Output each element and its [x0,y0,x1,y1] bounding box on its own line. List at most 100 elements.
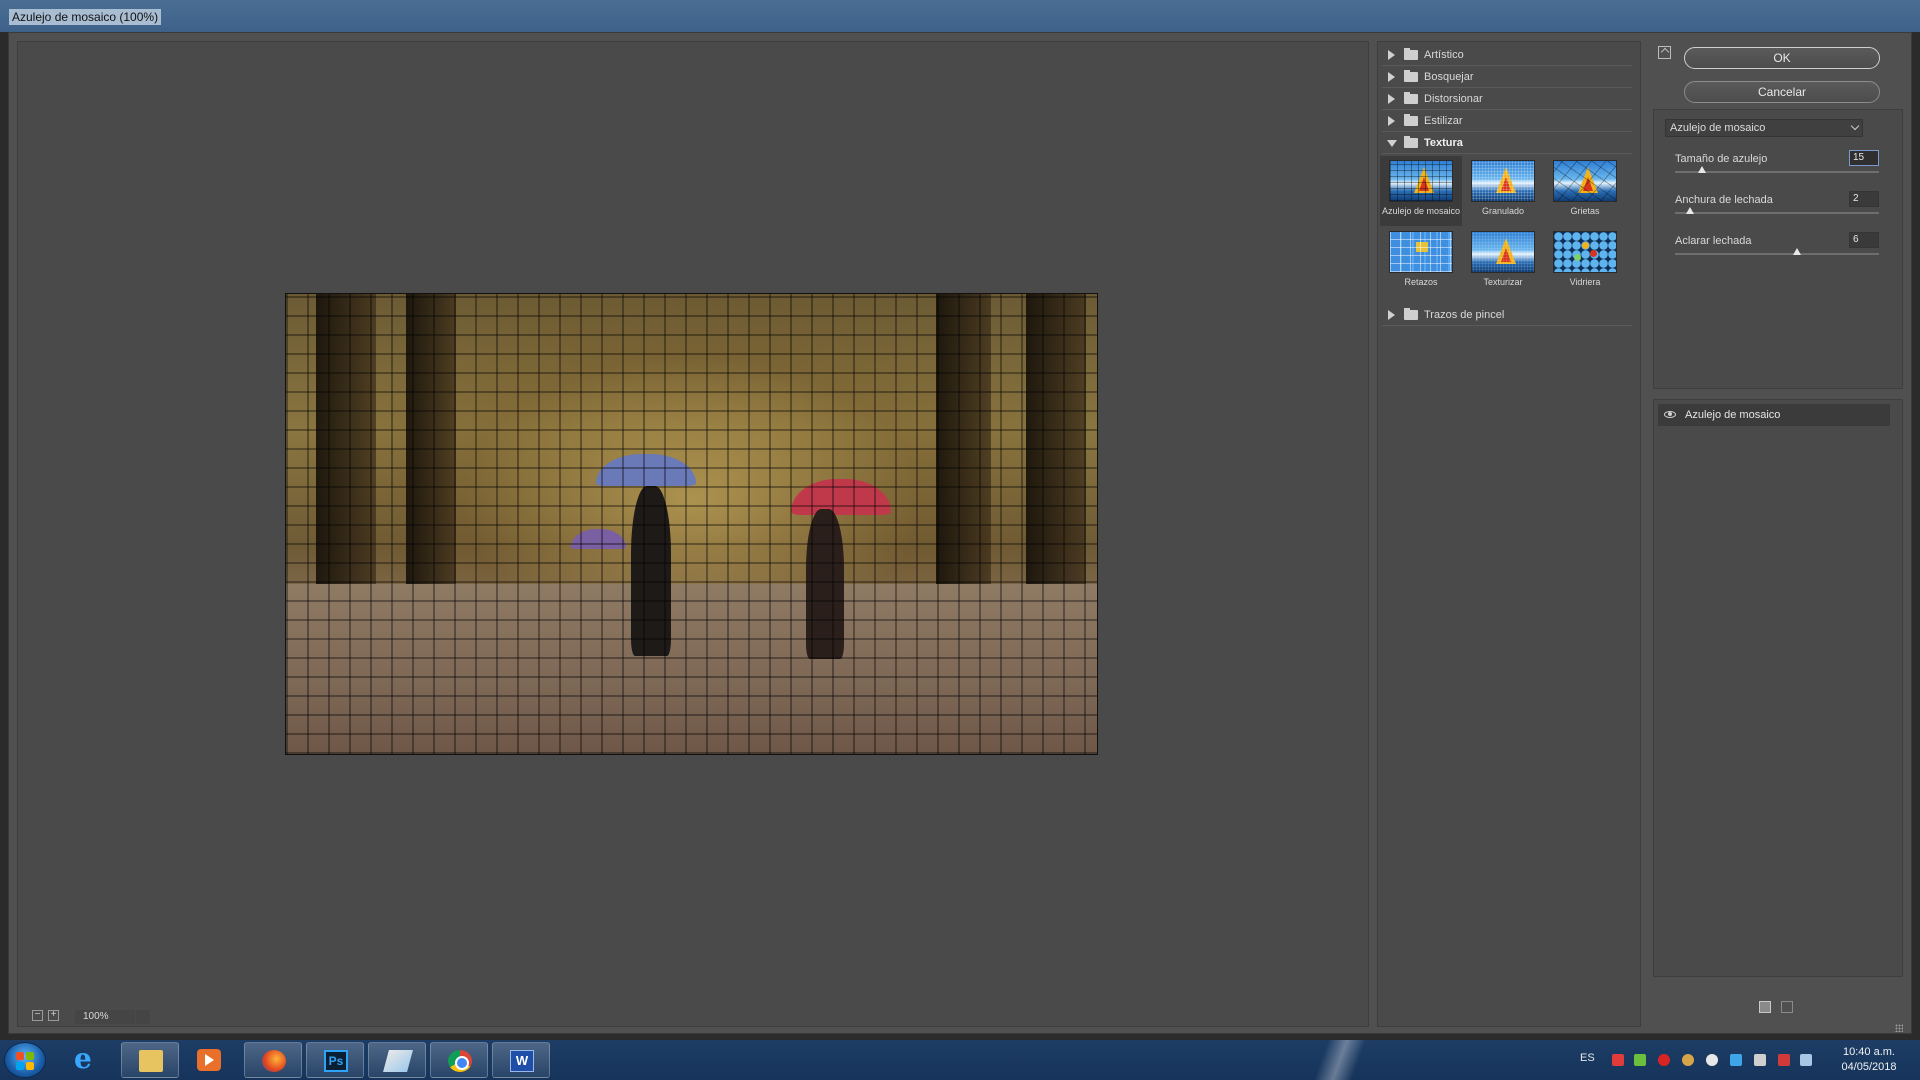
thumbnail-image [1553,160,1617,202]
zoom-dropdown-chevron-icon[interactable] [136,1010,150,1024]
tray-action-center-icon[interactable] [1800,1054,1812,1066]
tray-flag-icon[interactable] [1778,1054,1790,1066]
category-bosquejar[interactable]: Bosquejar [1382,66,1632,88]
eye-icon[interactable] [1664,411,1676,418]
clock-date: 04/05/2018 [1841,1061,1897,1073]
windows-logo-icon [16,1052,24,1060]
start-button[interactable] [4,1042,46,1078]
param-value-input[interactable]: 15 [1849,150,1879,166]
folder-icon [1404,308,1418,320]
ghost-menu-bar [180,8,414,20]
thumbnail-image [1471,231,1535,273]
slider-track[interactable] [1675,253,1879,255]
media-player-taskbar-button[interactable] [180,1042,238,1078]
windows-taskbar: e Ps W ES 10:40 a.m. 04/05/2018 [0,1040,1920,1080]
slider-track[interactable] [1675,212,1879,214]
slider-handle[interactable] [1698,166,1707,173]
thumbnail-image [1553,231,1617,273]
clock[interactable]: 10:40 a.m. 04/05/2018 [1824,1045,1914,1075]
param-anchura-de-lechada: Anchura de lechada 2 [1675,191,1889,224]
cancel-button[interactable]: Cancelar [1684,81,1880,103]
param-label: Anchura de lechada [1675,194,1773,206]
category-textura[interactable]: Textura [1382,132,1632,154]
effect-layer-row[interactable]: Azulejo de mosaico [1658,404,1890,426]
effect-layers-panel: Azulejo de mosaico [1653,399,1903,977]
minimize-icon[interactable] [1814,2,1842,20]
category-label: Distorsionar [1424,93,1483,105]
expand-triangle-icon[interactable] [1388,50,1395,60]
tray-chrome-icon[interactable] [1706,1054,1718,1066]
preview-panel[interactable]: − + 100% [17,41,1369,1027]
filter-thumb-label: Vidriera [1569,277,1601,287]
ok-button[interactable]: OK [1684,47,1880,69]
param-aclarar-lechada: Aclarar lechada 6 [1675,232,1889,265]
folder-icon [1404,114,1418,126]
collapse-triangle-icon[interactable] [1387,140,1397,147]
preview-image[interactable] [285,293,1098,755]
photoshop-filter-gallery-window: Azulejo de mosaico (100%) − + 100% Artís… [0,0,1920,1080]
filter-thumb-vidriera[interactable]: Vidriera [1544,227,1626,297]
category-label: Textura [1424,137,1463,149]
param-value-input[interactable]: 6 [1849,232,1879,248]
close-icon[interactable] [1878,2,1906,20]
photoshop-taskbar-button[interactable]: Ps [306,1042,364,1078]
resize-grip-icon[interactable] [1895,1024,1903,1032]
filter-thumb-texturizar[interactable]: Texturizar [1462,227,1544,297]
tray-network-icon[interactable] [1730,1054,1742,1066]
photoshop-icon: Ps [324,1050,348,1072]
language-indicator[interactable]: ES [1580,1052,1595,1064]
category-distorsionar[interactable]: Distorsionar [1382,88,1632,110]
tray-volume-icon[interactable] [1754,1054,1766,1066]
filter-parameters-panel: Azulejo de mosaico Tamaño de azulejo 15 … [1653,109,1903,389]
zoom-level[interactable]: 100% [75,1010,135,1024]
zoom-in-button[interactable]: + [48,1010,59,1021]
filter-thumb-azulejo-de-mosaico[interactable]: Azulejo de mosaico [1380,156,1462,226]
slider-handle[interactable] [1793,248,1802,255]
param-tamano-de-azulejo: Tamaño de azulejo 15 [1675,150,1889,183]
expand-triangle-icon[interactable] [1388,94,1395,104]
filter-gallery-dialog: − + 100% Artístico Bosquejar Distorsiona… [8,32,1912,1034]
tray-security-icon[interactable] [1634,1054,1646,1066]
tray-antivirus-icon[interactable] [1658,1054,1670,1066]
settings-panel: OK Cancelar Azulejo de mosaico Tamaño de… [1649,41,1905,1027]
filter-thumb-granulado[interactable]: Granulado [1462,156,1544,226]
expand-triangle-icon[interactable] [1388,72,1395,82]
tray-cloud-icon[interactable] [1682,1054,1694,1066]
category-label: Artístico [1424,49,1464,61]
expand-triangle-icon[interactable] [1388,310,1395,320]
word-taskbar-button[interactable]: W [492,1042,550,1078]
internet-explorer-taskbar-button[interactable]: e [58,1042,116,1078]
chevron-down-icon [1850,121,1860,131]
chrome-taskbar-button[interactable] [430,1042,488,1078]
window-title: Azulejo de mosaico (100%) [9,9,162,25]
category-artistico[interactable]: Artístico [1382,44,1632,66]
thumbnail-image [1471,160,1535,202]
folder-icon [1404,48,1418,60]
param-value-input[interactable]: 2 [1849,191,1879,207]
folder-icon [1404,92,1418,104]
category-trazos-de-pincel[interactable]: Trazos de pincel [1382,304,1632,326]
tray-mail-icon[interactable] [1612,1054,1624,1066]
windows-logo-icon [26,1052,34,1060]
file-explorer-taskbar-button[interactable] [121,1042,179,1078]
firefox-icon [262,1050,286,1072]
pen-app-taskbar-button[interactable] [368,1042,426,1078]
category-estilizar[interactable]: Estilizar [1382,110,1632,132]
filter-select[interactable]: Azulejo de mosaico [1665,119,1863,137]
expand-triangle-icon[interactable] [1388,116,1395,126]
effect-layer-label: Azulejo de mosaico [1685,409,1781,421]
maximize-icon[interactable] [1846,2,1874,20]
taskbar-shine [1300,1040,1380,1080]
new-effect-layer-button[interactable] [1759,1001,1771,1013]
collapse-gallery-icon[interactable] [1658,46,1671,59]
firefox-taskbar-button[interactable] [244,1042,302,1078]
filter-thumb-grietas[interactable]: Grietas [1544,156,1626,226]
media-player-icon [197,1049,221,1071]
folder-icon [1404,70,1418,82]
slider-handle[interactable] [1685,207,1694,214]
word-icon: W [510,1050,534,1072]
zoom-out-button[interactable]: − [32,1010,43,1021]
filter-thumb-retazos[interactable]: Retazos [1380,227,1462,297]
delete-effect-layer-button[interactable] [1781,1001,1793,1013]
filter-thumb-label: Grietas [1570,206,1600,216]
